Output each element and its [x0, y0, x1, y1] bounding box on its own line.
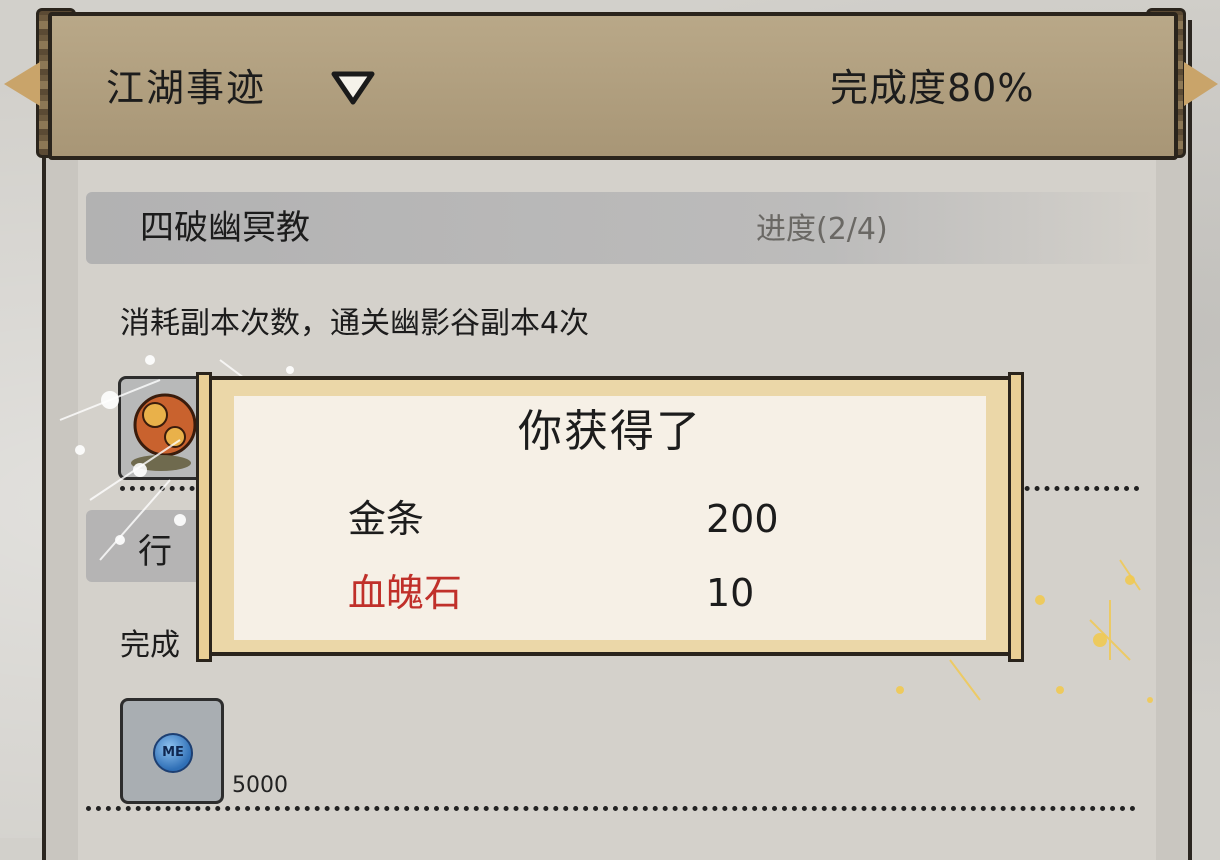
reward-item-amount: 10: [706, 571, 755, 615]
reward-dialog-title: 你获得了: [518, 406, 702, 457]
rod-cap-left: [4, 62, 40, 106]
rod-cap-right: [1184, 62, 1218, 106]
reward-quantity: 5000: [232, 773, 288, 798]
quest-progress: 进度(2/4): [756, 212, 888, 247]
reward-item-amount: 200: [706, 497, 779, 541]
quest-name: 四破幽冥教: [140, 208, 310, 248]
coin-icon: ME: [153, 733, 193, 773]
reward-item-name: 血魄石: [348, 571, 463, 615]
task-description: 完成: [120, 628, 180, 663]
reward-item-name: 金条: [348, 497, 425, 541]
completion-percent: 完成度80%: [830, 66, 1035, 110]
quest-description: 消耗副本次数，通关幽影谷副本4次: [120, 306, 590, 341]
triangle-down-icon[interactable]: [330, 70, 376, 106]
task-name: 行: [138, 532, 172, 572]
divider-dotted-bottom: [86, 806, 1136, 811]
task-reward-item-slot[interactable]: ME: [120, 698, 224, 804]
journal-title[interactable]: 江湖事迹: [106, 62, 266, 114]
